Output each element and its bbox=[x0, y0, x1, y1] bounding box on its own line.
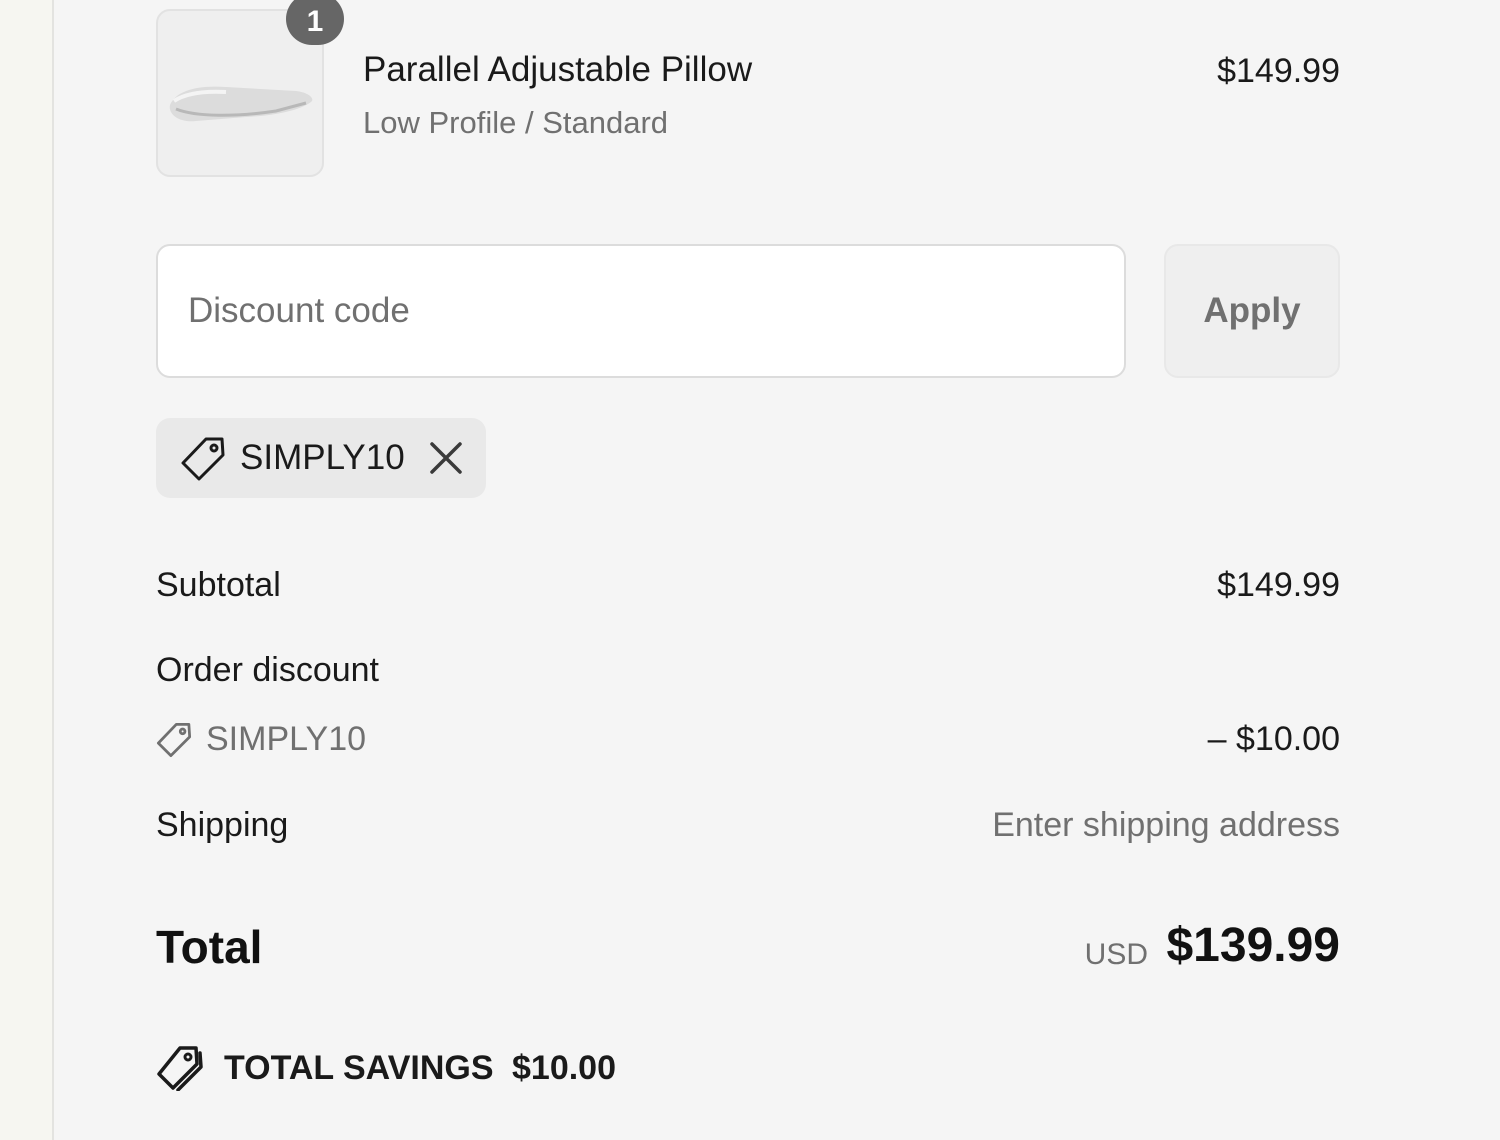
total-currency: USD bbox=[1084, 938, 1148, 971]
remove-discount-close-icon[interactable] bbox=[426, 438, 466, 478]
subtotal-label: Subtotal bbox=[156, 566, 281, 604]
order-discount-code: SIMPLY10 bbox=[206, 720, 367, 758]
savings-tag-icon bbox=[157, 1046, 203, 1091]
subtotal-value: $149.99 bbox=[1217, 566, 1340, 604]
pillow-image bbox=[169, 86, 313, 122]
total-label: Total bbox=[156, 921, 263, 973]
order-discount-label: Order discount bbox=[156, 651, 379, 689]
total-savings-label: TOTAL SAVINGS bbox=[224, 1049, 494, 1087]
product-price: $149.99 bbox=[1217, 52, 1340, 90]
discount-code-input[interactable] bbox=[156, 244, 1126, 378]
applied-discount-code: SIMPLY10 bbox=[240, 438, 405, 477]
shipping-value: Enter shipping address bbox=[992, 806, 1340, 844]
order-discount-value: – $10.00 bbox=[1207, 720, 1340, 758]
total-value: $139.99 bbox=[1166, 919, 1340, 972]
applied-discount-chip: SIMPLY10 bbox=[156, 418, 486, 498]
product-name: Parallel Adjustable Pillow bbox=[363, 50, 753, 89]
main-panel-edge bbox=[0, 0, 52, 1140]
total-savings-value: $10.00 bbox=[512, 1049, 616, 1087]
checkout-page: 1 Parallel Adjustable Pillow Low Profile… bbox=[0, 0, 1500, 1140]
shipping-label: Shipping bbox=[156, 806, 289, 844]
tag-icon bbox=[181, 437, 225, 481]
quantity-badge: 1 bbox=[286, 0, 344, 45]
product-variant: Low Profile / Standard bbox=[363, 105, 669, 140]
apply-discount-button[interactable]: Apply bbox=[1164, 244, 1340, 378]
tag-icon bbox=[156, 722, 192, 758]
